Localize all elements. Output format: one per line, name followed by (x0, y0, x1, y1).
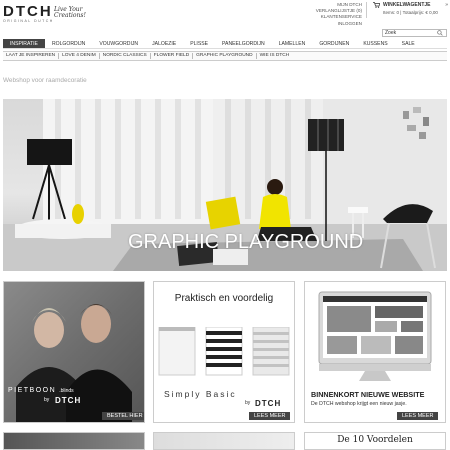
bottom-promo-1[interactable] (3, 432, 145, 450)
pietboon-name: PIETBOON (8, 387, 57, 394)
logo-text: DTCH (3, 3, 53, 20)
read-more-website-button[interactable]: LEES MEER (397, 412, 439, 420)
hero-banner[interactable]: GRAPHIC PLAYGROUND (3, 99, 447, 271)
logo[interactable]: DTCH ORIGINAL DUTCH (3, 3, 54, 23)
simply-basic-brand: Simply Basic (164, 389, 237, 399)
search-box (382, 29, 447, 37)
nav-item-rolgordijn[interactable]: ROLGORDIJN (45, 39, 92, 48)
account-links: MIJN DTCH VERLANGLIJSTJE (0) KLANTENSERV… (300, 2, 362, 27)
nav-item-paneelgordijn[interactable]: PANEELGORDIJN (215, 39, 272, 48)
promo-pietboon[interactable]: PIETBOON .blinds by DTCH BESTEL HIER (3, 281, 145, 423)
simply-basic-dtch-logo: DTCH (255, 399, 282, 408)
cart[interactable]: WINKELWAGENTJE » Items: 0 | Totaalprijs:… (373, 2, 448, 15)
sub-nav: LAAT JE INSPIREREN LOVE 4 DENIM NORDIC C… (3, 51, 447, 61)
subnav-item-nordic-classics[interactable]: NORDIC CLASSICS (100, 53, 151, 59)
subnav-item-laat-je-inspireren[interactable]: LAAT JE INSPIREREN (3, 53, 60, 59)
subnav-item-wie-is-dtch[interactable]: WIE IS DTCH (257, 53, 293, 59)
subnav-item-love-4-denim[interactable]: LOVE 4 DENIM (59, 53, 100, 59)
voordelen-title: De 10 Voordelen (337, 435, 413, 445)
login-link[interactable]: INLOGGEN (300, 21, 362, 27)
nav-item-sale[interactable]: SALE (395, 39, 422, 48)
header-divider (366, 2, 367, 18)
page-subtitle: Webshop voor raamdecoratie (3, 77, 87, 84)
order-here-button[interactable]: BESTEL HIER (102, 412, 144, 420)
promo-simply-basic[interactable]: Praktisch en voordelig Simply Basic by D… (153, 281, 295, 423)
pietboon-label: PIETBOON .blinds (8, 387, 74, 394)
imac-website-preview (318, 291, 432, 381)
tagline: Live Your Creations! (54, 6, 86, 19)
nav-item-gordijnen[interactable]: GORDIJNEN (312, 39, 356, 48)
read-more-button[interactable]: LEES MEER (249, 412, 291, 420)
new-website-heading: BINNENKORT NIEUWE WEBSITE (311, 390, 425, 399)
logo-subtitle: ORIGINAL DUTCH (3, 19, 54, 23)
bottom-promo-2[interactable] (153, 432, 295, 450)
main-nav: INSPIRATIE ROLGORDIJN VOUWGORDIJN JALOEZ… (3, 39, 447, 49)
simply-basic-by-text: by (245, 400, 251, 406)
nav-item-kussens[interactable]: KUSSENS (356, 39, 394, 48)
pietboon-blinds-text: .blinds (59, 388, 74, 394)
promo-new-website[interactable]: BINNENKORT NIEUWE WEBSITE De DTCH websho… (304, 281, 446, 423)
search-icon[interactable] (437, 30, 443, 36)
pietboon-dtch-logo: DTCH (55, 396, 82, 405)
pietboon-by-text: by (44, 397, 50, 403)
cart-summary: Items: 0 | Totaalprijs: € 0,00 (383, 10, 438, 15)
cart-title: WINKELWAGENTJE (383, 2, 431, 8)
subnav-item-flower-field[interactable]: FLOWER FIELD (151, 53, 194, 59)
simply-basic-title: Praktisch en voordelig (174, 293, 274, 304)
search-input[interactable] (383, 30, 437, 36)
blinds-samples (158, 327, 290, 376)
hero-title: GRAPHIC PLAYGROUND (128, 231, 364, 253)
nav-item-plisse[interactable]: PLISSE (183, 39, 215, 48)
new-website-text: De DTCH webshop krijgt een nieuw jasje. (311, 401, 407, 407)
nav-item-vouwgordijn[interactable]: VOUWGORDIJN (92, 39, 145, 48)
nav-item-inspiratie[interactable]: INSPIRATIE (3, 39, 45, 48)
subnav-item-graphic-playground[interactable]: GRAPHIC PLAYGROUND (193, 53, 257, 59)
bottom-promo-voordelen[interactable]: De 10 Voordelen (304, 432, 446, 450)
cart-arrow-icon[interactable]: » (445, 2, 448, 8)
nav-item-jaloezie[interactable]: JALOEZIE (145, 39, 183, 48)
cart-icon (373, 2, 380, 8)
nav-item-lamellen[interactable]: LAMELLEN (272, 39, 313, 48)
